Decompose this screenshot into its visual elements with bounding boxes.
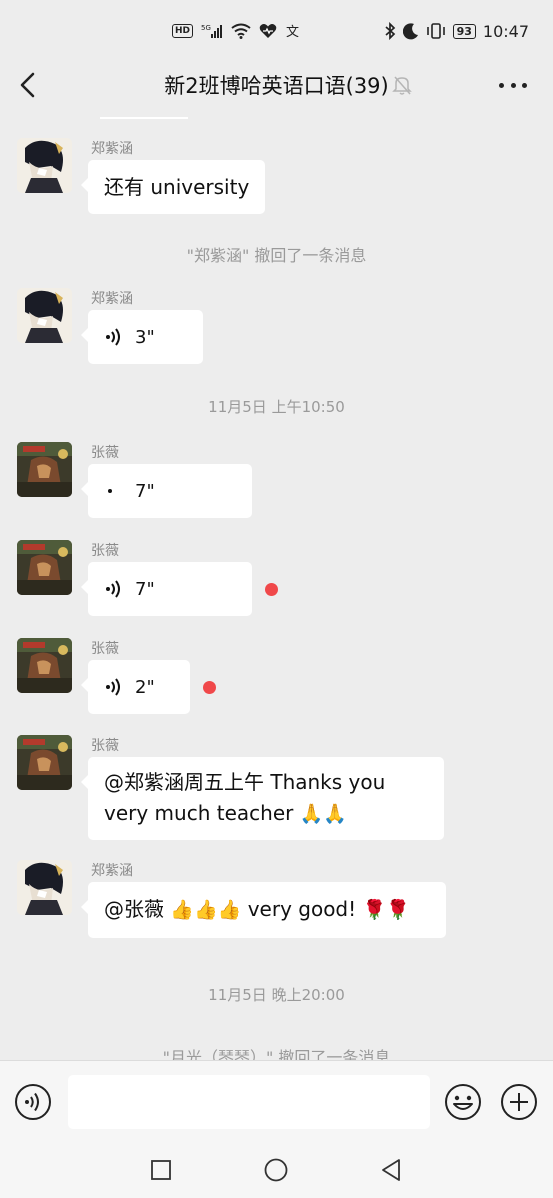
- signal-icon: 5G: [201, 24, 223, 38]
- avatar-image: [17, 735, 72, 790]
- voice-message-bubble[interactable]: 2": [81, 660, 190, 714]
- status-right-icons: 93 10:47: [384, 20, 529, 42]
- battery-indicator: 93: [452, 23, 476, 39]
- thumbs-up-emoji: 👍👍👍: [170, 899, 242, 921]
- mute-bell-icon: [392, 76, 412, 95]
- voice-wave-icon: [106, 328, 120, 346]
- voice-toggle-icon[interactable]: [14, 1083, 52, 1121]
- message-bubble[interactable]: @郑紫涵周五上午 Thanks you very much teacher 🙏🙏: [81, 757, 444, 840]
- heart-icon: [259, 24, 277, 38]
- message-item: 张薇 2": [0, 638, 553, 738]
- rose-emoji: 🌹🌹: [362, 899, 410, 921]
- square-nav-icon[interactable]: [147, 1156, 175, 1184]
- avatar-zhang[interactable]: [17, 638, 72, 693]
- unread-dot: [265, 583, 278, 596]
- voice-message-bubble[interactable]: 7": [81, 562, 252, 616]
- message-text-line: very much teacher 🙏🙏: [104, 798, 428, 830]
- chat-area[interactable]: 郑紫涵 还有 university "郑紫涵" 撤回了一条消息 郑紫涵 3" 1…: [0, 108, 553, 1060]
- message-text-line: @郑紫涵周五上午 Thanks you: [104, 770, 386, 794]
- bluetooth-icon: [385, 22, 395, 40]
- triangle-nav-icon[interactable]: [377, 1156, 405, 1184]
- plus-icon[interactable]: [500, 1083, 538, 1121]
- voice-wave-icon: [106, 678, 120, 696]
- avatar-zheng[interactable]: [17, 860, 72, 915]
- svg-text:5G: 5G: [201, 24, 211, 32]
- status-left-icons: HD 5G 文: [172, 20, 303, 42]
- sender-name: 郑紫涵: [91, 863, 133, 879]
- avatar-zheng[interactable]: [17, 138, 72, 193]
- time-stamp: 11月5日 晚上20:00: [208, 986, 345, 1004]
- avatar-image: [17, 138, 72, 193]
- voice-duration: 7": [135, 578, 155, 600]
- praying-hands-emoji: 🙏🙏: [299, 803, 348, 825]
- avatar-image: [17, 442, 72, 497]
- avatar-zhang[interactable]: [17, 735, 72, 790]
- message-bubble[interactable]: @张薇 👍👍👍 very good! 🌹🌹: [81, 882, 446, 938]
- unread-dot: [203, 681, 216, 694]
- message-item: 张薇 @郑紫涵周五上午 Thanks you very much teacher…: [0, 735, 553, 860]
- system-recall-notice: "月光（琴琴）" 撤回了一条消息: [162, 1048, 391, 1060]
- status-bar: HD 5G 文 93 10:47: [0, 0, 553, 62]
- avatar-image: [17, 288, 72, 343]
- message-item: 郑紫涵 @张薇 👍👍👍 very good! 🌹🌹: [0, 860, 553, 970]
- voice-duration: 3": [135, 326, 155, 348]
- message-text: very good!: [247, 897, 357, 921]
- chat-title: 新2班博哈英语口语(39): [164, 74, 389, 98]
- voice-message-bubble[interactable]: 3": [81, 310, 203, 364]
- message-item: 郑紫涵 还有 university: [0, 138, 553, 248]
- voice-playing-icon: [108, 489, 112, 493]
- message-text: very much teacher: [104, 801, 294, 825]
- voice-message-bubble[interactable]: 7": [81, 464, 252, 518]
- system-navigation-bar: [0, 1142, 553, 1198]
- sender-name: 张薇: [91, 445, 119, 461]
- voice-duration: 2": [135, 676, 155, 698]
- message-bubble[interactable]: 还有 university: [80, 160, 266, 214]
- moon-icon: [402, 23, 418, 40]
- svg-text:文: 文: [286, 25, 299, 39]
- more-icon[interactable]: [499, 80, 527, 90]
- sender-name: 张薇: [91, 641, 119, 657]
- avatar-zheng[interactable]: [17, 288, 72, 343]
- sender-name: 郑紫涵: [91, 291, 133, 307]
- voice-duration: 7": [135, 480, 155, 502]
- system-recall-notice: "郑紫涵" 撤回了一条消息: [186, 246, 367, 265]
- message-item: 郑紫涵 3": [0, 288, 553, 388]
- wifi-icon: [231, 23, 251, 39]
- emoji-icon[interactable]: [444, 1083, 482, 1121]
- message-text: @张薇: [104, 897, 171, 921]
- hd-icon: HD: [172, 24, 194, 38]
- status-time: 10:47: [482, 21, 529, 41]
- vibrate-icon: [426, 23, 445, 39]
- avatar-image: [17, 860, 72, 915]
- avatar-zhang[interactable]: [17, 540, 72, 595]
- time-stamp: 11月5日 上午10:50: [208, 398, 345, 416]
- avatar-image: [17, 638, 72, 693]
- circle-nav-icon[interactable]: [262, 1156, 290, 1184]
- chat-header: 新2班博哈英语口语(39): [0, 62, 553, 108]
- sender-name: 张薇: [91, 738, 119, 754]
- message-text: 还有 university: [104, 175, 250, 199]
- message-input[interactable]: [68, 1075, 430, 1129]
- avatar-image: [17, 540, 72, 595]
- message-item: 张薇 7": [0, 442, 553, 542]
- translate-icon: 文: [286, 25, 299, 39]
- avatar-zhang[interactable]: [17, 442, 72, 497]
- sender-name: 张薇: [91, 543, 119, 559]
- chat-input-bar: [0, 1060, 553, 1142]
- voice-wave-icon: [106, 580, 120, 598]
- message-item: 张薇 7": [0, 540, 553, 640]
- sender-name: 郑紫涵: [91, 141, 133, 157]
